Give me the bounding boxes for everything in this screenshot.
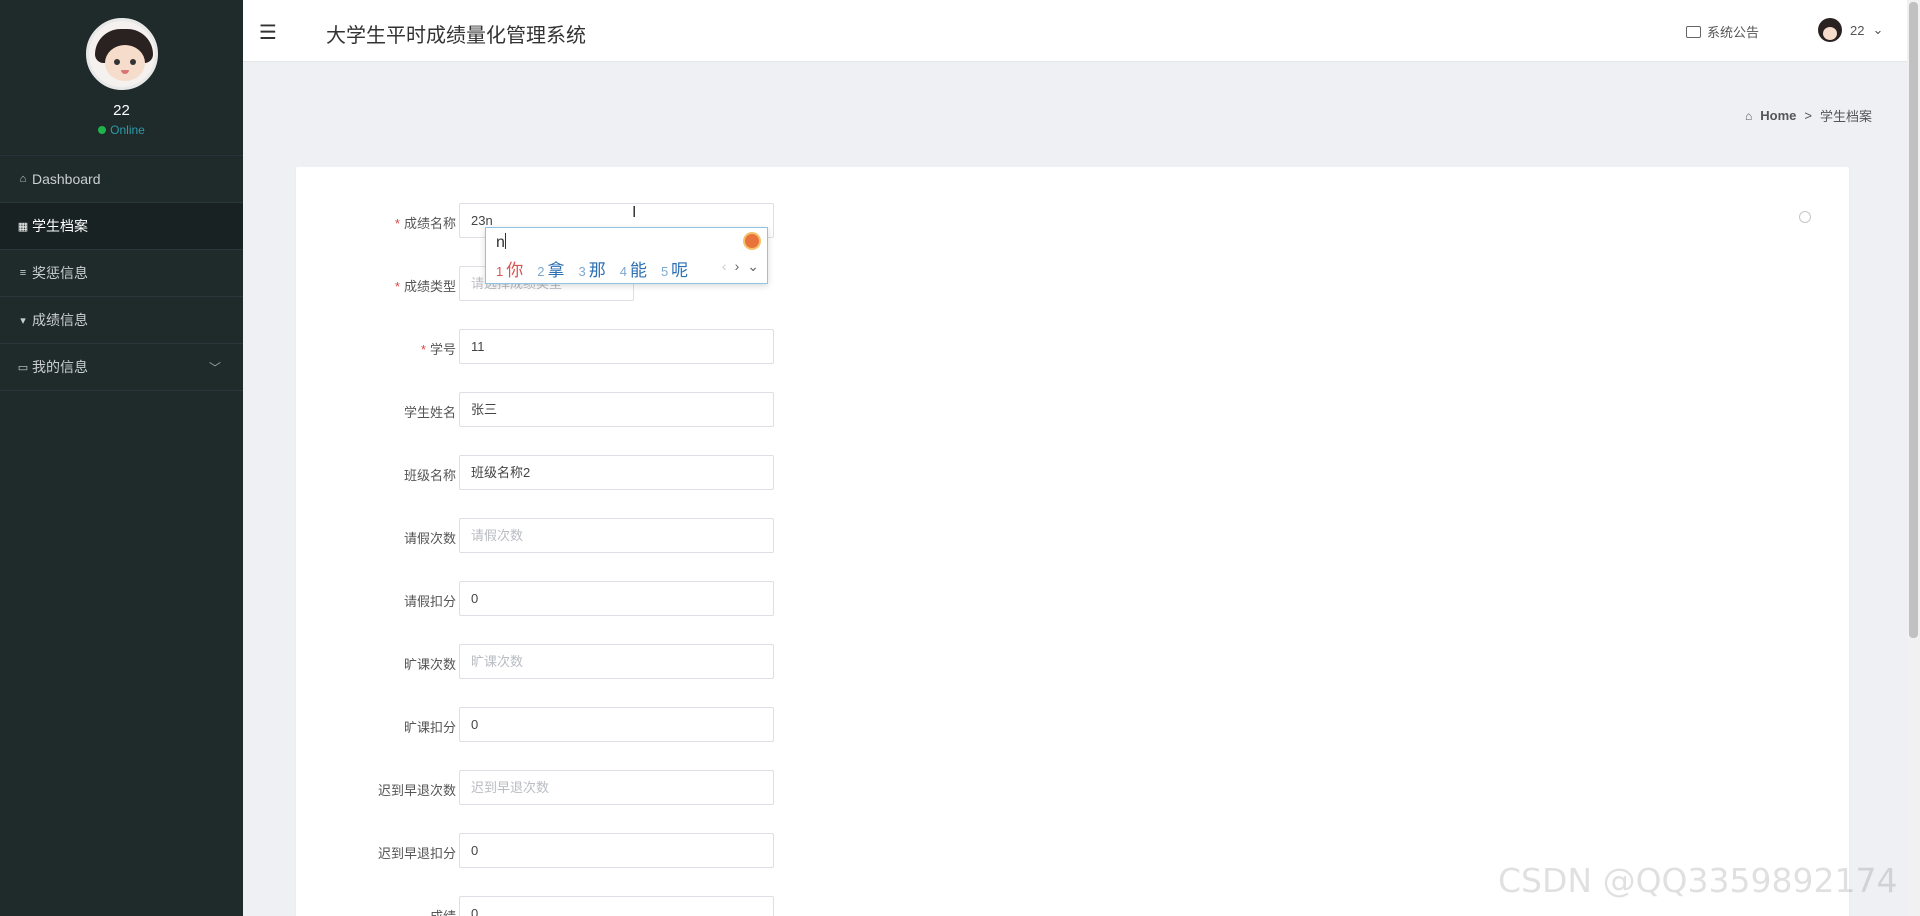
absence-deduction-input[interactable]: 0 xyxy=(459,707,774,742)
sidebar-item-dashboard[interactable]: ⌂ Dashboard xyxy=(0,156,243,203)
absence-count-input[interactable]: 旷课次数 xyxy=(459,644,774,679)
field-label: 请假扣分 xyxy=(403,594,456,609)
sidebar-item-label: 我的信息 xyxy=(32,359,88,375)
ime-expand-icon[interactable]: ⌄ xyxy=(747,258,759,275)
form-row-student-name: 学生姓名 张三 xyxy=(296,392,1096,428)
page-scrollbar[interactable] xyxy=(1907,0,1920,916)
field-label: 旷课扣分 xyxy=(403,720,456,735)
field-label: 班级名称 xyxy=(403,468,456,483)
sidebar-item-label: 学生档案 xyxy=(32,218,88,234)
ime-nav: ‹ › ⌄ xyxy=(722,258,759,275)
chevron-down-icon: ⌄ xyxy=(1872,22,1884,37)
sliders-icon: ≡ xyxy=(19,267,27,279)
breadcrumb: ⌂ Home > 学生档案 xyxy=(1745,106,1872,125)
chevron-down-icon: ﹀ xyxy=(208,360,221,375)
home-icon: ⌂ xyxy=(19,173,27,185)
form-row-absence-count: 旷课次数 旷课次数 xyxy=(296,644,1096,680)
notice-icon xyxy=(1686,25,1701,38)
sidebar-item-rewards[interactable]: ≡ 奖惩信息 xyxy=(0,250,243,297)
form-row-absence-deduction: 旷课扣分 0 xyxy=(296,707,1096,743)
card-icon: ▭ xyxy=(17,361,29,374)
watermark: CSDN @QQ3359892174 xyxy=(1498,861,1898,900)
ime-next-icon[interactable]: › xyxy=(735,258,740,275)
ime-candidate[interactable]: 5呢 xyxy=(661,256,688,281)
app-title: 大学生平时成绩量化管理系统 xyxy=(326,25,586,47)
ime-candidate[interactable]: 4能 xyxy=(620,256,647,281)
required-star-icon: * xyxy=(394,216,400,231)
required-star-icon: * xyxy=(420,342,426,357)
system-notice-label: 系统公告 xyxy=(1707,25,1760,40)
field-label: 学生姓名 xyxy=(403,405,456,420)
breadcrumb-current: 学生档案 xyxy=(1819,109,1872,124)
form-row-class-name: 班级名称 班级名称2 xyxy=(296,455,1096,491)
grid-icon: ▦ xyxy=(17,220,29,233)
sidebar-item-grades[interactable]: ▾ 成绩信息 xyxy=(0,297,243,344)
field-label: 旷课次数 xyxy=(403,657,456,672)
student-id-input[interactable]: 11 xyxy=(459,329,774,364)
scrollbar-thumb[interactable] xyxy=(1909,2,1918,638)
sidebar: 22 Online ⌂ Dashboard ▦ 学生档案 ≡ 奖惩信息 ▾ 成绩… xyxy=(0,0,243,916)
late-deduction-input[interactable]: 0 xyxy=(459,833,774,868)
user-avatar xyxy=(1818,18,1842,42)
sidebar-item-label: Dashboard xyxy=(32,171,101,187)
profile-block: 22 Online xyxy=(0,0,243,137)
ime-logo-icon[interactable] xyxy=(743,232,761,250)
online-status-label: Online xyxy=(110,123,145,137)
form-row-leave-deduction: 请假扣分 0 xyxy=(296,581,1096,617)
ime-candidate[interactable]: 2拿 xyxy=(537,256,564,281)
field-label: 成绩 xyxy=(430,906,456,916)
system-notice-button[interactable]: 系统公告 xyxy=(1686,22,1759,41)
ime-candidate-popup: n 1你 2拿 3那 4能 5呢 ‹ › ⌄ xyxy=(485,227,768,284)
text-cursor-icon: I xyxy=(632,204,637,221)
ime-candidates: 1你 2拿 3那 4能 5呢 xyxy=(496,256,688,281)
sidebar-item-my-info[interactable]: ▭ 我的信息 ﹀ xyxy=(0,344,243,391)
class-name-input[interactable]: 班级名称2 xyxy=(459,455,774,490)
sidebar-item-student-files[interactable]: ▦ 学生档案 xyxy=(0,203,243,250)
menu-toggle-icon[interactable]: ☰ xyxy=(259,20,277,45)
user-menu[interactable]: 22 ⌄ xyxy=(1818,18,1883,42)
student-name-input[interactable]: 张三 xyxy=(459,392,774,427)
late-count-input[interactable]: 迟到早退次数 xyxy=(459,770,774,805)
avatar[interactable] xyxy=(85,18,158,90)
leave-deduction-input[interactable]: 0 xyxy=(459,581,774,616)
online-status: Online xyxy=(0,123,243,137)
form-row-score: 成绩 0 xyxy=(296,896,1096,916)
user-menu-label: 22 xyxy=(1850,22,1865,38)
breadcrumb-home[interactable]: Home xyxy=(1760,108,1796,123)
ime-composition: n xyxy=(496,233,506,251)
sidebar-menu: ⌂ Dashboard ▦ 学生档案 ≡ 奖惩信息 ▾ 成绩信息 ▭ 我的信息 … xyxy=(0,155,243,391)
form-row-late-count: 迟到早退次数 迟到早退次数 xyxy=(296,770,1096,806)
home-icon: ⌂ xyxy=(1745,108,1753,123)
sidebar-item-label: 奖惩信息 xyxy=(32,265,88,281)
ime-candidate[interactable]: 3那 xyxy=(578,256,605,281)
field-label: * 成绩名称 xyxy=(394,216,456,231)
close-circle-icon[interactable] xyxy=(1799,211,1811,223)
required-star-icon: * xyxy=(394,279,400,294)
field-label: * 成绩类型 xyxy=(394,279,456,294)
ime-candidate[interactable]: 1你 xyxy=(496,256,523,281)
sidebar-username: 22 xyxy=(113,102,130,119)
score-input[interactable]: 0 xyxy=(459,896,774,916)
form-row-student-id: * 学号 11 xyxy=(296,329,1096,365)
field-label: * 学号 xyxy=(420,342,456,357)
leave-count-input[interactable]: 请假次数 xyxy=(459,518,774,553)
ime-prev-icon[interactable]: ‹ xyxy=(722,258,727,275)
form-row-leave-count: 请假次数 请假次数 xyxy=(296,518,1096,554)
top-bar: ☰ 大学生平时成绩量化管理系统 系统公告 22 ⌄ xyxy=(243,0,1907,62)
field-label: 请假次数 xyxy=(403,531,456,546)
breadcrumb-separator: > xyxy=(1804,108,1812,123)
form-row-late-deduction: 迟到早退扣分 0 xyxy=(296,833,1096,869)
field-label: 迟到早退次数 xyxy=(377,783,456,798)
field-label: 迟到早退扣分 xyxy=(377,846,456,861)
online-dot-icon xyxy=(98,126,107,134)
sidebar-item-label: 成绩信息 xyxy=(32,312,88,328)
filter-icon: ▾ xyxy=(20,314,26,327)
